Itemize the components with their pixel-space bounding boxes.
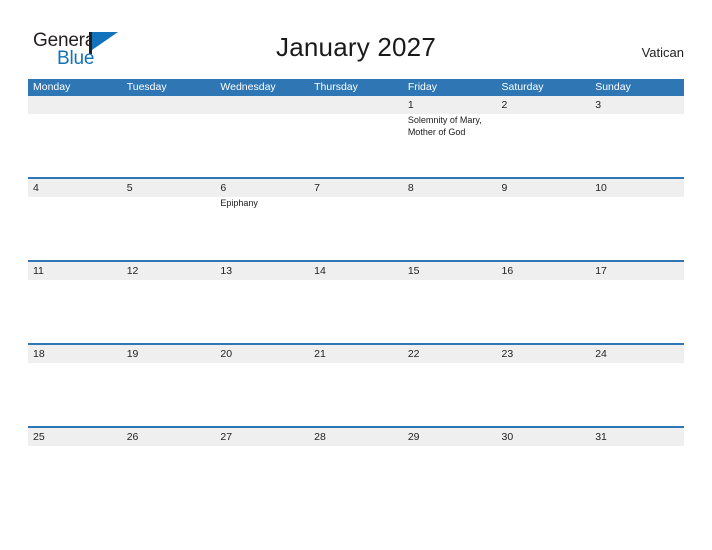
day-number: 9 — [501, 182, 508, 194]
holiday-event: Solemnity of Mary, Mother of God — [407, 115, 482, 137]
day-number: 15 — [407, 265, 420, 277]
weekday-header-saturday: Saturday — [501, 81, 544, 93]
day-events: Solemnity of Mary, Mother of God — [408, 115, 493, 138]
calendar-week-row: 25 26 27 28 29 30 31 — [28, 426, 684, 509]
day-number: 22 — [407, 348, 420, 360]
day-number: 1 — [407, 99, 414, 111]
calendar-day-cell[interactable]: 18 — [28, 345, 122, 424]
day-number: 26 — [126, 431, 139, 443]
calendar-day-cell[interactable]: 2 — [497, 96, 591, 177]
week-days: 4 5 6 Epiphany 7 8 9 10 — [28, 179, 684, 260]
calendar-day-cell[interactable]: 26 — [122, 428, 216, 507]
week-days: 25 26 27 28 29 30 31 — [28, 428, 684, 509]
day-number: 4 — [33, 182, 39, 194]
day-number: 24 — [595, 348, 607, 360]
holiday-event: Epiphany — [220, 198, 258, 208]
day-number: 30 — [501, 431, 514, 443]
calendar-day-cell[interactable]: 11 — [28, 262, 122, 341]
calendar-day-cell-empty — [122, 96, 216, 177]
calendar-day-cell[interactable]: 19 — [122, 345, 216, 424]
calendar-day-cell[interactable]: 1 Solemnity of Mary, Mother of God — [403, 96, 497, 177]
calendar-day-cell[interactable]: 13 — [215, 262, 309, 341]
calendar-grid: Monday Tuesday Wednesday Thursday Friday Satu… — [28, 79, 684, 509]
day-number: 21 — [314, 348, 326, 360]
calendar-day-cell[interactable]: 29 — [403, 428, 497, 507]
calendar-day-cell[interactable]: 5 — [122, 179, 216, 258]
calendar-week-row: 4 5 6 Epiphany 7 8 9 10 — [28, 177, 684, 260]
calendar-day-cell[interactable]: 8 — [403, 179, 497, 258]
day-number: 29 — [407, 431, 420, 443]
day-number: 12 — [126, 265, 139, 277]
calendar-week-row: 11 12 13 14 15 16 17 — [28, 260, 684, 343]
calendar-day-cell-empty — [309, 96, 403, 177]
calendar-day-cell[interactable]: 15 — [403, 262, 497, 341]
calendar-day-cell[interactable]: 16 — [497, 262, 591, 341]
day-number: 20 — [220, 348, 233, 360]
page-title: January 2027 — [276, 32, 436, 62]
calendar-day-cell[interactable]: 3 — [590, 96, 684, 177]
weekday-header-wednesday: Wednesday — [220, 81, 276, 93]
calendar-day-cell[interactable]: 20 — [215, 345, 309, 424]
day-number: 23 — [501, 348, 514, 360]
day-number: 16 — [501, 265, 514, 277]
calendar-day-cell[interactable]: 27 — [215, 428, 309, 507]
calendar-day-cell[interactable]: 4 — [28, 179, 122, 258]
calendar-week-row: 18 19 20 21 22 23 24 — [28, 343, 684, 426]
day-number: 27 — [220, 431, 233, 443]
weekday-header-tuesday: Tuesday — [126, 81, 167, 93]
calendar-day-cell[interactable]: 12 — [122, 262, 216, 341]
week-days: 18 19 20 21 22 23 24 — [28, 345, 684, 426]
weekday-header-sunday: Sunday — [595, 81, 631, 93]
calendar-day-cell[interactable]: 31 — [590, 428, 684, 507]
calendar-weeks: 1 Solemnity of Mary, Mother of God 2 3 4 5 6 Ep… — [28, 96, 684, 509]
day-events: Epiphany — [220, 198, 305, 210]
week-days: 1 Solemnity of Mary, Mother of God 2 3 — [28, 96, 684, 177]
weekday-header-friday: Friday — [407, 81, 437, 93]
weekday-header-thursday: Thursday — [314, 81, 358, 93]
day-number: 11 — [33, 265, 44, 277]
calendar-day-cell-empty — [215, 96, 309, 177]
day-number: 5 — [126, 182, 133, 194]
calendar-day-cell[interactable]: 10 — [590, 179, 684, 258]
country-label: Vatican — [641, 45, 684, 60]
day-number: 19 — [126, 348, 139, 360]
calendar-week-row: 1 Solemnity of Mary, Mother of God 2 3 — [28, 96, 684, 177]
day-number: 31 — [595, 431, 607, 443]
day-number: 18 — [33, 348, 45, 360]
calendar-day-cell[interactable]: 6 Epiphany — [215, 179, 309, 258]
day-number: 10 — [595, 182, 607, 194]
calendar-day-cell[interactable]: 28 — [309, 428, 403, 507]
day-number: 7 — [314, 182, 320, 194]
calendar-day-cell[interactable]: 24 — [590, 345, 684, 424]
day-number: 6 — [220, 182, 227, 194]
calendar-day-cell[interactable]: 23 — [497, 345, 591, 424]
calendar-day-cell[interactable]: 17 — [590, 262, 684, 341]
day-number: 13 — [220, 265, 233, 277]
day-number: 28 — [314, 431, 326, 443]
page-header: General Blue January 2027 Vatican — [0, 0, 712, 76]
calendar-day-cell[interactable]: 21 — [309, 345, 403, 424]
calendar-day-cell[interactable]: 22 — [403, 345, 497, 424]
weekday-header-monday: Monday — [33, 81, 71, 93]
calendar-day-cell[interactable]: 7 — [309, 179, 403, 258]
day-number: 14 — [314, 265, 326, 277]
day-number: 2 — [501, 99, 508, 111]
calendar-day-cell[interactable]: 30 — [497, 428, 591, 507]
week-days: 11 12 13 14 15 16 17 — [28, 262, 684, 343]
day-number: 8 — [407, 182, 414, 194]
calendar-day-cell[interactable]: 25 — [28, 428, 122, 507]
calendar-day-cell[interactable]: 14 — [309, 262, 403, 341]
calendar-day-cell[interactable]: 9 — [497, 179, 591, 258]
day-number: 25 — [33, 431, 45, 443]
calendar-day-cell-empty — [28, 96, 122, 177]
day-number: 17 — [595, 265, 607, 277]
weekday-header-row: Monday Tuesday Wednesday Thursday Friday Satu… — [28, 79, 684, 96]
calendar-page: General Blue January 2027 Vatican Monday… — [0, 0, 712, 550]
day-number: 3 — [595, 99, 602, 111]
